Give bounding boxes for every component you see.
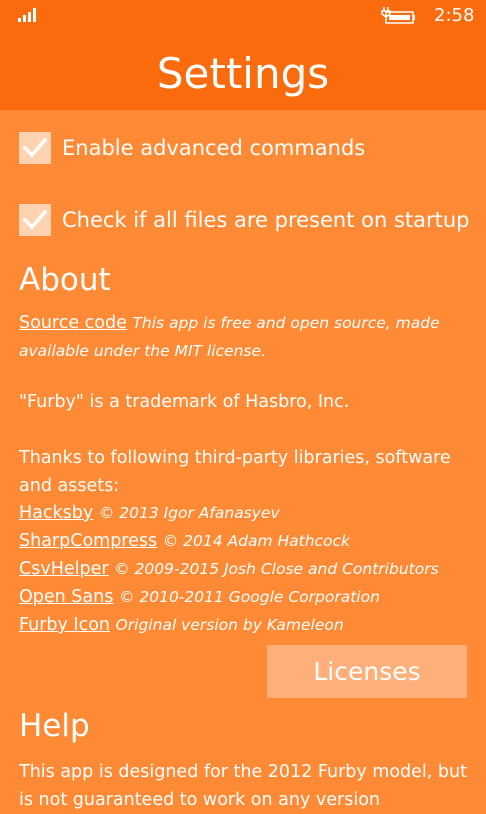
source-code-link[interactable]: Source code: [19, 313, 127, 333]
credit-link-hacksby[interactable]: Hacksby: [19, 503, 93, 523]
checkmark-icon: [23, 137, 47, 158]
credit-link-csvhelper[interactable]: CsvHelper: [19, 559, 109, 579]
credit-link-sharpcompress[interactable]: SharpCompress: [19, 531, 157, 551]
credit-item: Hacksby © 2013 Igor Afanasyev: [19, 499, 280, 527]
credit-item: SharpCompress © 2014 Adam Hathcock: [19, 527, 350, 555]
credit-link-open-sans[interactable]: Open Sans: [19, 587, 113, 607]
battery-charging-icon: [381, 7, 415, 24]
signal-strength-icon: [18, 8, 36, 22]
licenses-button[interactable]: Licenses: [267, 645, 467, 698]
credit-item: Open Sans © 2010-2011 Google Corporation: [19, 583, 380, 611]
about-heading: About: [19, 262, 111, 298]
credit-note: © 2013 Igor Afanasyev: [98, 504, 280, 522]
credit-note: © 2009-2015 Josh Close and Contributors: [114, 560, 439, 578]
checkbox-enable-advanced-commands[interactable]: [19, 132, 51, 164]
help-heading: Help: [19, 708, 90, 744]
checkbox-check-files-on-startup[interactable]: [19, 204, 51, 236]
credit-note: Original version by Kameleon: [115, 616, 344, 634]
trademark-text: "Furby" is a trademark of Hasbro, Inc.: [19, 392, 350, 412]
source-paragraph: Source code This app is free and open so…: [19, 309, 474, 365]
thanks-text: Thanks to following third-party librarie…: [19, 448, 451, 496]
credit-note: © 2014 Adam Hathcock: [162, 532, 351, 550]
help-text: This app is designed for the 2012 Furby …: [19, 762, 467, 810]
option-label: Check if all files are present on startu…: [62, 208, 470, 232]
option-label: Enable advanced commands: [62, 136, 366, 160]
checkmark-icon: [23, 209, 47, 230]
credit-note: © 2010-2011 Google Corporation: [118, 588, 380, 606]
clock: 2:58: [434, 5, 475, 26]
credit-item: Furby Icon Original version by Kameleon: [19, 611, 344, 639]
option-check-files-on-startup[interactable]: Check if all files are present on startu…: [19, 203, 470, 237]
credit-item: CsvHelper © 2009-2015 Josh Close and Con…: [19, 555, 439, 583]
credit-link-furby-icon[interactable]: Furby Icon: [19, 615, 110, 635]
status-bar: 2:58: [0, 0, 486, 32]
option-enable-advanced-commands[interactable]: Enable advanced commands: [19, 131, 365, 165]
page-title: Settings: [156, 49, 330, 98]
